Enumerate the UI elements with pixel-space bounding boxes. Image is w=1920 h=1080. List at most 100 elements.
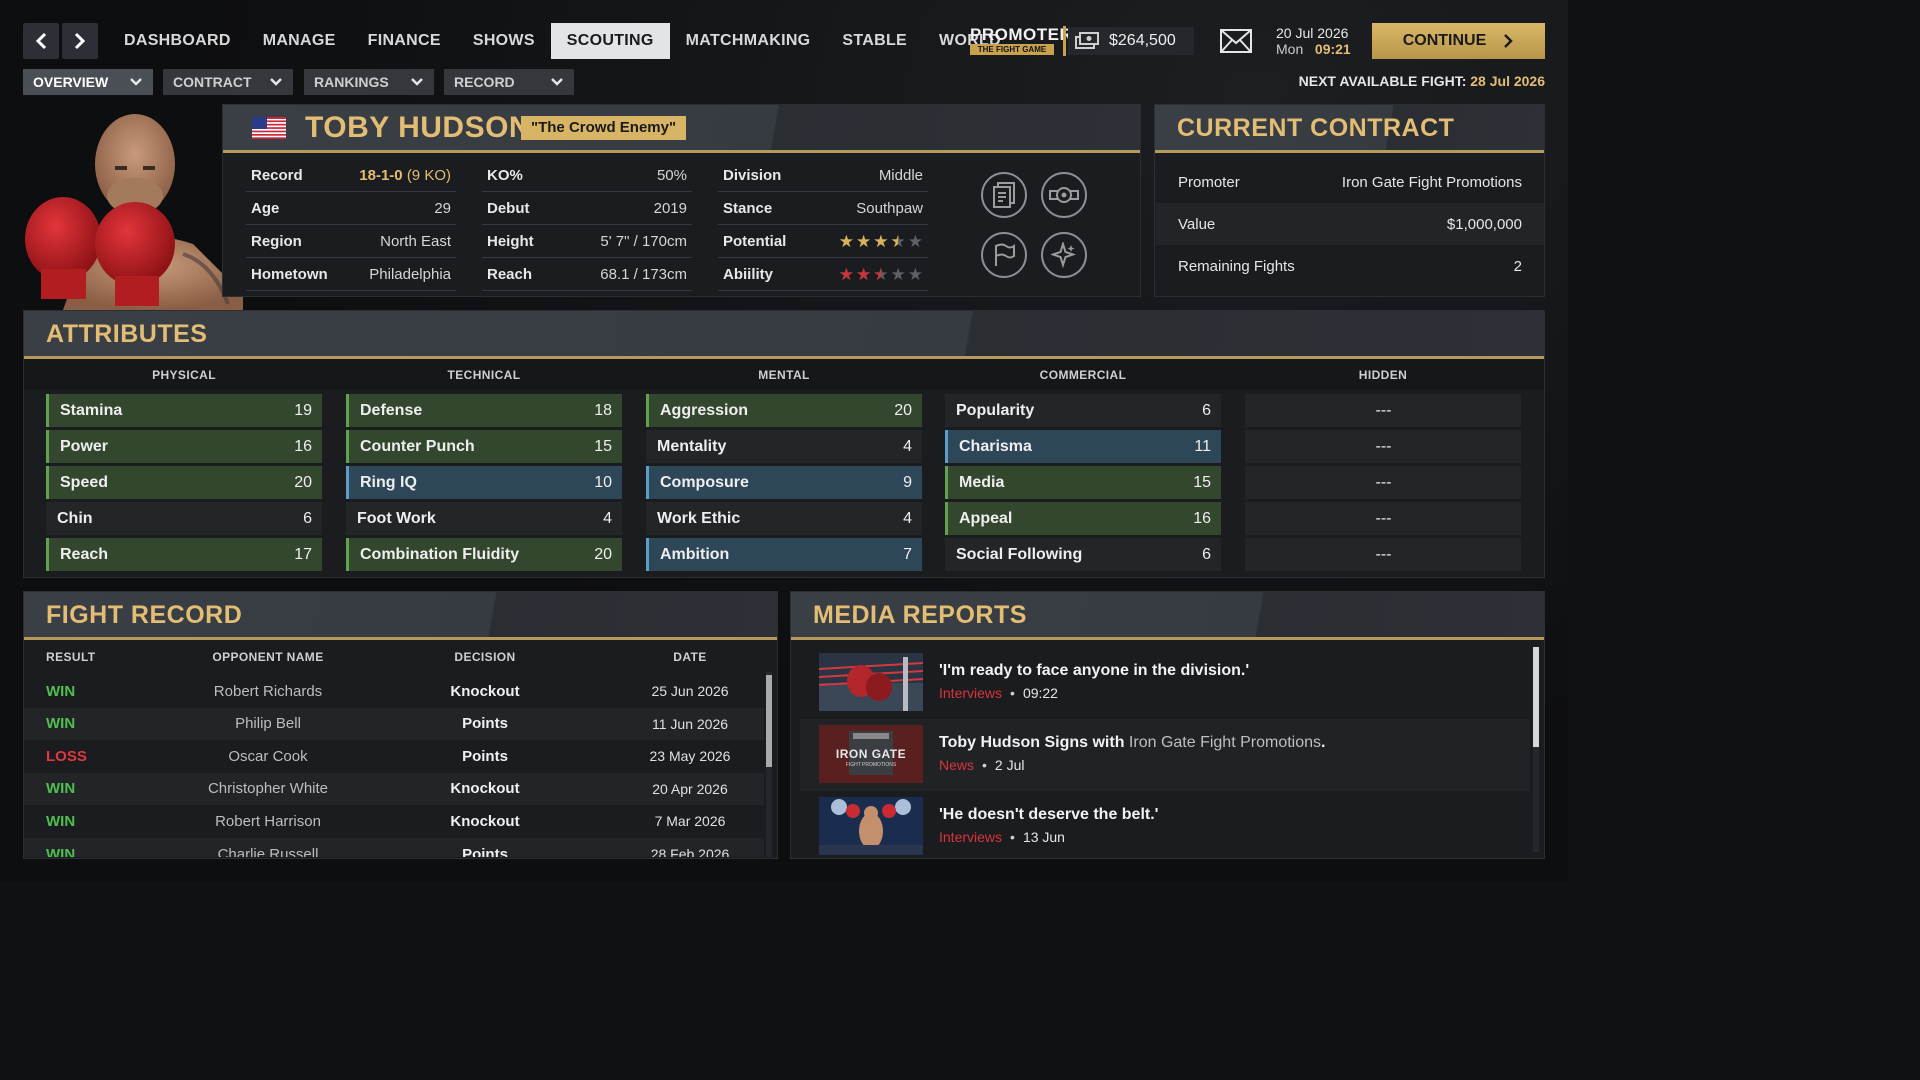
- attribute-label: Ring IQ: [360, 473, 417, 491]
- stat-label: Height: [487, 232, 534, 250]
- forward-button[interactable]: [62, 23, 98, 59]
- attribute-value: 19: [294, 401, 312, 419]
- media-time: 09:22: [1022, 685, 1058, 701]
- fight-opponent: Charlie Russell: [217, 845, 319, 858]
- back-button[interactable]: [23, 23, 59, 59]
- star-icon: ★★: [838, 231, 854, 251]
- headline-end: .: [1321, 734, 1326, 751]
- region-flag-button[interactable]: [981, 232, 1027, 278]
- nav-tab-matchmaking[interactable]: MATCHMAKING: [670, 23, 827, 59]
- chevron-down-icon: [410, 77, 424, 87]
- logo-line2: THE FIGHT GAME: [970, 44, 1054, 55]
- attribute-counter-punch: Counter Punch 15: [346, 430, 622, 463]
- headline-text: Toby Hudson Signs with: [939, 734, 1129, 751]
- media-report-item[interactable]: 'I'm ready to face anyone in the divisio…: [800, 647, 1530, 719]
- attribute-stamina: Stamina 19: [46, 394, 322, 427]
- fight-row[interactable]: WIN Philip Bell Points 11 Jun 2026: [24, 707, 764, 740]
- attribute-label: Aggression: [660, 401, 749, 419]
- profile-header: TOBY HUDSON "The Crowd Enemy": [223, 105, 1140, 153]
- stat-label: Hometown: [251, 265, 328, 283]
- title-belt-button[interactable]: [1041, 172, 1087, 218]
- media-reports-header: MEDIA REPORTS: [791, 592, 1544, 640]
- nav-tab-shows[interactable]: SHOWS: [457, 23, 551, 59]
- fight-result: LOSS: [46, 747, 87, 765]
- nav-tab-stable[interactable]: STABLE: [826, 23, 923, 59]
- logo-text: IRON GATE: [835, 747, 907, 761]
- chevron-down-icon: [129, 77, 143, 87]
- attribute-label: Media: [959, 473, 1005, 491]
- headline-link[interactable]: Iron Gate Fight Promotions: [1129, 734, 1321, 751]
- subnav-dropdown-rankings[interactable]: RANKINGS: [304, 69, 434, 95]
- attribute-value: 17: [294, 545, 312, 563]
- potential-stars: ★★★★★★★★★: [839, 233, 923, 250]
- media-reports-title: MEDIA REPORTS: [813, 601, 1027, 629]
- fight-row[interactable]: WIN Robert Richards Knockout 25 Jun 2026: [24, 675, 764, 707]
- attribute-work-ethic: Work Ethic 4: [646, 502, 922, 535]
- fight-opponent: Robert Harrison: [215, 812, 321, 830]
- media-category: Interviews: [939, 829, 1003, 845]
- subnav-dropdown-contract[interactable]: CONTRACT: [163, 69, 293, 95]
- media-thumbnail-arena-boxer: [819, 797, 923, 855]
- media-report-item[interactable]: 'He doesn't deserve the belt.' Interviews…: [800, 791, 1530, 863]
- fighter-nickname: "The Crowd Enemy": [521, 116, 687, 140]
- record-value: 18-1-0 (9 KO): [359, 167, 451, 184]
- contract-offer-button[interactable]: [981, 172, 1027, 218]
- stat-label: Stance: [723, 199, 773, 217]
- chevron-down-icon: [550, 77, 564, 87]
- contract-icon: [993, 182, 1015, 208]
- money-value: $264,500: [1109, 32, 1176, 49]
- continue-button[interactable]: CONTINUE: [1372, 23, 1545, 59]
- bullet-icon: •: [1010, 829, 1015, 845]
- fight-row[interactable]: WIN Robert Harrison Knockout 7 Mar 2026: [24, 805, 764, 837]
- next-fight-date: 28 Jul 2026: [1470, 73, 1545, 89]
- fight-row[interactable]: WIN Charlie Russell Points 28 Feb 2026: [24, 838, 764, 857]
- nav-tab-finance[interactable]: FINANCE: [352, 23, 457, 59]
- fight-col-decision: DECISION: [454, 650, 516, 664]
- stat-value: Middle: [878, 166, 923, 184]
- fight-row[interactable]: LOSS Oscar Cook Points 23 May 2026: [24, 740, 764, 772]
- fight-record-scrollbar[interactable]: [766, 672, 772, 857]
- subnav-dropdown-overview[interactable]: OVERVIEW: [23, 69, 153, 95]
- fight-row[interactable]: WIN Christopher White Knockout 20 Apr 2026: [24, 772, 764, 805]
- nav-tab-dashboard[interactable]: DASHBOARD: [108, 23, 247, 59]
- media-category: News: [939, 757, 975, 773]
- nav-tab-manage[interactable]: MANAGE: [247, 23, 352, 59]
- stat-label: KO%: [487, 166, 523, 184]
- money-display: $264,500: [1068, 27, 1194, 55]
- attribute-value: 9: [903, 473, 912, 491]
- media-scrollbar[interactable]: [1533, 647, 1539, 852]
- logo-line1: PROMOTER: [970, 25, 1073, 44]
- chevron-left-icon: [35, 32, 47, 50]
- chevron-down-icon: [269, 77, 283, 87]
- fight-decision: Points: [462, 747, 508, 765]
- fight-result: WIN: [46, 845, 76, 858]
- date-day: 20 Jul 2026: [1276, 25, 1349, 41]
- stat-value: 68.1 / 173cm: [600, 265, 687, 283]
- fight-result: WIN: [46, 780, 76, 798]
- media-report-item[interactable]: IRON GATE FIGHT PROMOTIONS Toby Hudson Sig…: [800, 719, 1530, 791]
- media-scroll-thumb[interactable]: [1533, 647, 1539, 747]
- special-trait-button[interactable]: [1041, 232, 1087, 278]
- logo-subtext: FIGHT PROMOTIONS: [845, 762, 897, 768]
- fight-opponent: Philip Bell: [235, 715, 301, 733]
- stat-label: Abiility: [723, 265, 774, 283]
- attribute-hidden: ---: [1245, 538, 1521, 571]
- attribute-label: Charisma: [959, 437, 1032, 455]
- headline-text: 'He doesn't deserve the belt.': [939, 806, 1159, 823]
- attribute-value: 4: [603, 509, 612, 527]
- media-headline: 'He doesn't deserve the belt.': [939, 806, 1158, 824]
- fight-record-scroll-thumb[interactable]: [766, 675, 772, 767]
- attribute-charisma: Charisma 11: [945, 430, 1221, 463]
- attribute-label: Composure: [660, 473, 749, 491]
- attribute-value: 16: [294, 437, 312, 455]
- fight-date: 7 Mar 2026: [654, 813, 726, 830]
- fight-record-list[interactable]: WIN Robert Richards Knockout 25 Jun 2026 WIN…: [24, 672, 769, 857]
- profile-stat-ko: KO% 50%: [482, 159, 692, 192]
- attr-column-hidden: HIDDEN: [1358, 368, 1408, 382]
- subnav-dropdown-record[interactable]: RECORD: [444, 69, 574, 95]
- mail-button[interactable]: [1220, 29, 1252, 58]
- bullet-icon: •: [982, 757, 987, 773]
- nav-tab-scouting[interactable]: SCOUTING: [550, 23, 670, 59]
- attribute-composure: Composure 9: [646, 466, 922, 499]
- attribute-value: 20: [894, 401, 912, 419]
